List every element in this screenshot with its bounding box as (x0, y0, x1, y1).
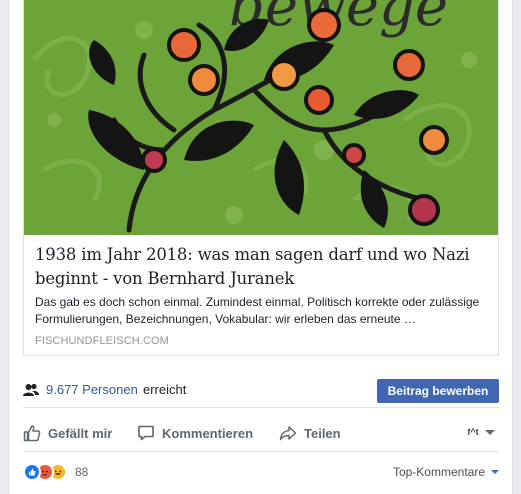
comment-sort-label: Top-Kommentare (392, 465, 485, 479)
like-button[interactable]: Gefällt mir (23, 421, 112, 445)
like-reaction-icon (23, 463, 41, 481)
comment-sort-dropdown[interactable]: Top-Kommentare (393, 465, 499, 479)
comment-button[interactable]: Kommentieren (137, 421, 253, 445)
share-arrow-icon (279, 426, 297, 441)
chevron-down-icon (491, 470, 499, 474)
link-title[interactable]: 1938 im Jahr 2018: was man sagen darf un… (35, 243, 490, 291)
reach-label: erreicht (143, 382, 187, 397)
like-label: Gefällt mir (48, 425, 113, 441)
reach-count-link[interactable]: 9.677 Personen (46, 382, 138, 397)
link-description: Das gab es doch schon einmal. Zumindest … (35, 295, 480, 326)
promote-post-button[interactable]: Beitrag bewerben (377, 379, 499, 403)
comment-label: Kommentieren (162, 425, 254, 441)
share-label: Teilen (304, 425, 341, 441)
page-avatar: f^t (467, 427, 479, 437)
link-preview-image[interactable]: bewege (24, 0, 498, 235)
chevron-down-icon (485, 429, 495, 435)
link-preview-card[interactable]: bewege (23, 0, 499, 356)
action-bar: Gefällt mir Kommentieren Teilen f^t (23, 414, 499, 452)
share-button[interactable]: Teilen (279, 421, 341, 445)
reactions-bar: 88 Top-Kommentare (23, 460, 499, 486)
reach-bar: 9.677 Personen erreicht Beitrag bewerben (23, 372, 499, 408)
reaction-icons[interactable] (23, 463, 69, 481)
link-domain: FISCHUNDFLEISCH.COM (35, 335, 169, 347)
feed-post: bewege (8, 0, 513, 494)
reaction-count[interactable]: 88 (75, 465, 88, 479)
leaf-and-berries-illustration: bewege (32, 0, 477, 233)
speech-bubble-icon (138, 425, 154, 441)
thumbs-up-icon (23, 425, 41, 442)
page-identity-switcher[interactable]: f^t (465, 425, 495, 439)
people-icon (23, 383, 39, 396)
